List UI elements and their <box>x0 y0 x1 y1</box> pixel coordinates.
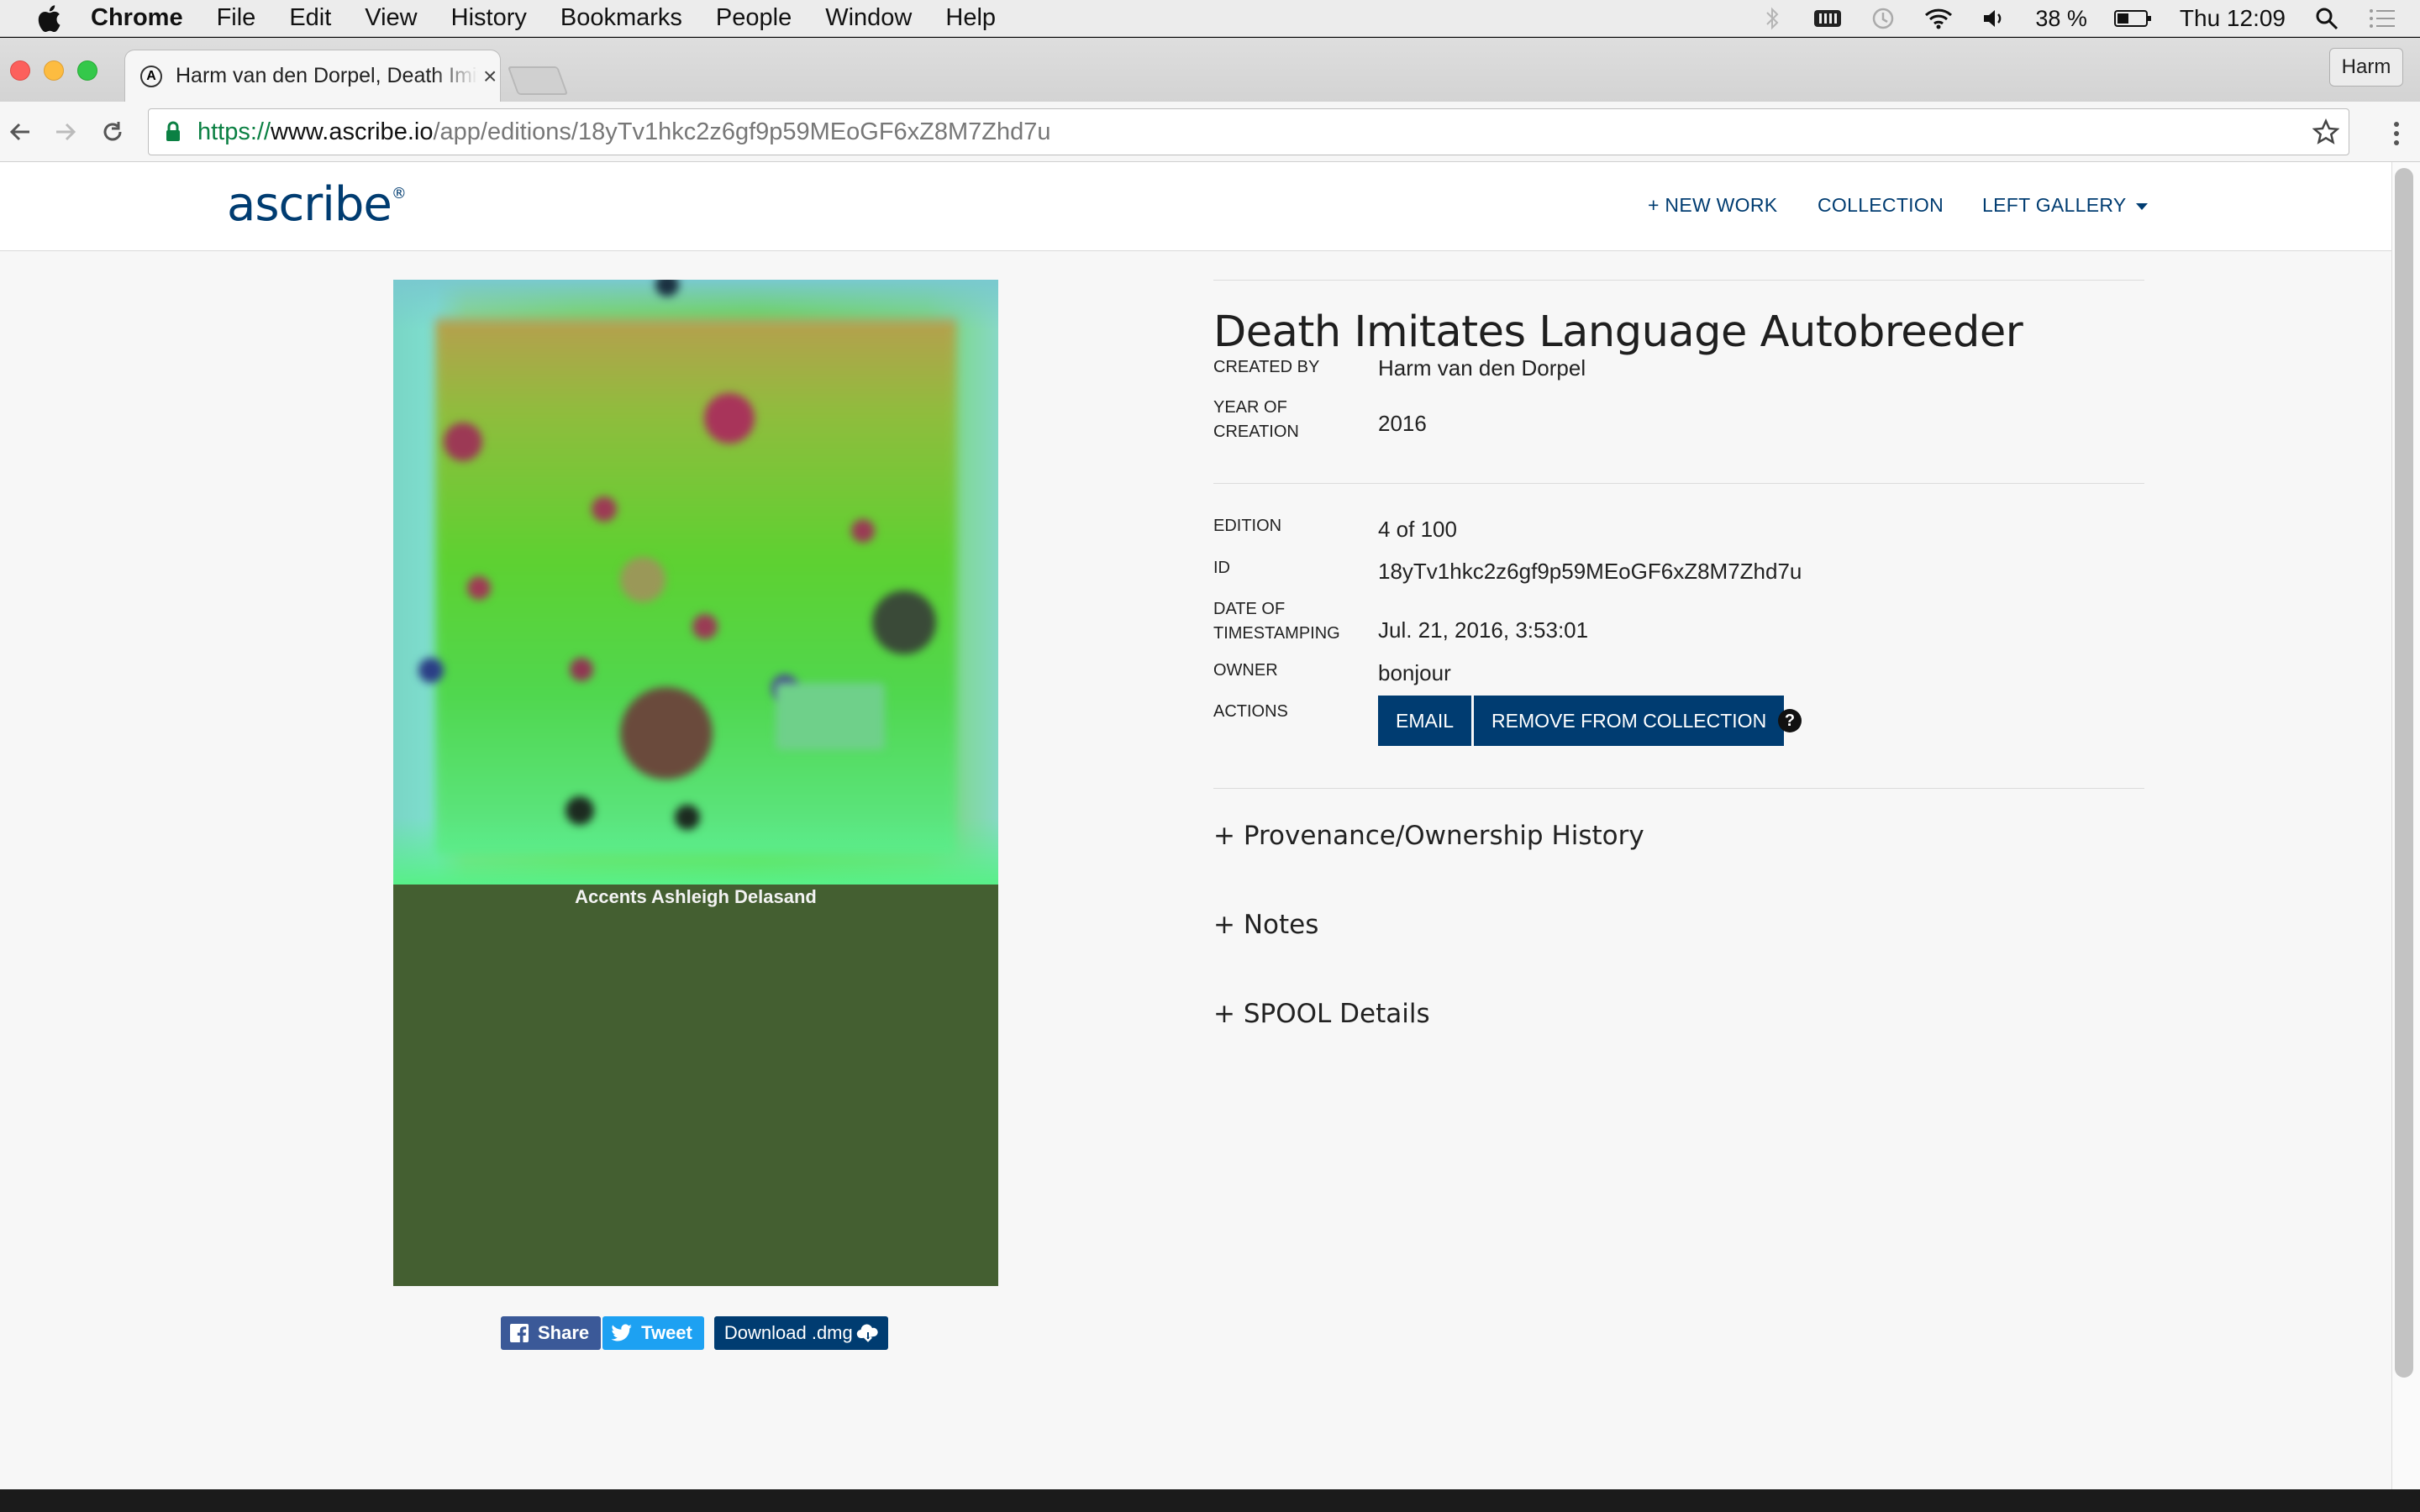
wifi-icon[interactable] <box>1924 6 1953 31</box>
facebook-share-label: Share <box>538 1322 590 1343</box>
menu-bookmarks[interactable]: Bookmarks <box>560 4 682 32</box>
date-label-line-2: TIMESTAMPING <box>1213 624 1340 643</box>
artwork-viewer[interactable]: Accents Ashleigh Delasand <box>393 280 998 1286</box>
id-label: ID <box>1213 559 1230 577</box>
url-scheme: https:// <box>197 118 271 145</box>
reload-icon[interactable] <box>94 113 131 150</box>
menu-window[interactable]: Window <box>825 4 912 32</box>
id-value: 18yTv1hkc2z6gf9p59MEoGF6xZ8M7Zhd7u <box>1378 559 1802 584</box>
page-scrollbar-thumb[interactable] <box>2395 168 2413 1378</box>
date-label-line-1: DATE OF <box>1213 600 1286 618</box>
help-question-icon[interactable]: ? <box>1778 709 1802 732</box>
bluetooth-icon[interactable] <box>1758 6 1786 31</box>
menu-edit[interactable]: Edit <box>289 4 331 32</box>
edition-value: 4 of 100 <box>1378 517 1457 542</box>
chrome-menu-icon[interactable] <box>2388 117 2405 150</box>
ascribe-favicon-icon: A <box>140 65 162 87</box>
new-tab-button[interactable] <box>507 66 569 95</box>
tab-close-icon[interactable]: × <box>483 63 497 90</box>
menu-people[interactable]: People <box>716 4 792 32</box>
minimize-window-button[interactable] <box>44 60 64 81</box>
close-window-button[interactable] <box>10 60 30 81</box>
artwork-caption: Accents Ashleigh Delasand <box>575 886 817 907</box>
site-navbar: ascribe® + NEW WORK COLLECTION LEFT GALL… <box>0 162 2391 251</box>
share-bar: Share Tweet Download .dmg <box>501 1316 888 1350</box>
edition-details: Death Imitates Language Autobreeder CREA… <box>1213 280 2144 1029</box>
address-bar[interactable]: https://www.ascribe.io/app/editions/18yT… <box>148 108 2349 155</box>
actions-label: ACTIONS <box>1213 702 1288 721</box>
volume-icon[interactable] <box>1980 6 2008 31</box>
logo-text: ascribe <box>227 177 392 232</box>
notes-toggle[interactable]: + Notes <box>1213 910 1318 940</box>
menu-app-name[interactable]: Chrome <box>91 4 183 32</box>
window-bottom-edge <box>0 1489 2420 1512</box>
time-machine-icon[interactable] <box>1869 6 1897 31</box>
spool-details-toggle[interactable]: + SPOOL Details <box>1213 999 1430 1029</box>
maximize-window-button[interactable] <box>77 60 97 81</box>
twitter-bird-icon <box>611 1324 633 1342</box>
owner-label: OWNER <box>1213 661 1278 680</box>
year-label-line-2: CREATION <box>1213 423 1299 441</box>
browser-tab[interactable]: A Harm van den Dorpel, Death Imitates La… <box>124 50 501 102</box>
url-host: www.ascribe.io <box>271 118 434 145</box>
nav-account-label: LEFT GALLERY <box>1982 194 2127 216</box>
bookmark-star-icon[interactable] <box>2310 116 2342 148</box>
browser-toolbar: https://www.ascribe.io/app/editions/18yT… <box>0 102 2420 162</box>
url-path: /app/editions/18yTv1hkc2z6gf9p59MEoGF6xZ… <box>433 118 1051 145</box>
nav-account-menu[interactable]: LEFT GALLERY <box>1982 194 2149 217</box>
page-content: ascribe® + NEW WORK COLLECTION LEFT GALL… <box>0 162 2391 1489</box>
divider <box>1213 788 2144 789</box>
macos-menu-bar: Chrome File Edit View History Bookmarks … <box>0 0 2420 37</box>
download-label: Download .dmg <box>723 1322 853 1343</box>
divider <box>1213 280 2144 281</box>
nav-collection[interactable]: COLLECTION <box>1818 194 1944 217</box>
notification-center-icon[interactable] <box>2368 6 2396 31</box>
caret-down-icon <box>2135 202 2148 210</box>
profile-button[interactable]: Harm <box>2329 48 2403 87</box>
secure-lock-icon[interactable] <box>160 119 186 144</box>
remove-from-collection-button[interactable]: REMOVE FROM COLLECTION <box>1474 696 1785 746</box>
download-dmg-button[interactable]: Download .dmg <box>713 1316 888 1350</box>
created-by-value: Harm van den Dorpel <box>1378 355 1586 381</box>
artwork-image <box>393 280 998 885</box>
clock[interactable]: Thu 12:09 <box>2180 5 2286 32</box>
forward-arrow-icon[interactable] <box>47 113 84 150</box>
email-button[interactable]: EMAIL <box>1378 696 1472 746</box>
cloud-download-icon <box>856 1323 880 1343</box>
battery-icon[interactable] <box>2113 6 2153 31</box>
apple-icon[interactable] <box>32 2 66 35</box>
year-value: 2016 <box>1378 411 1427 436</box>
battery-percent: 38 % <box>2035 5 2087 31</box>
created-by-label: CREATED BY <box>1213 358 1320 376</box>
actions-button-group: EMAIL REMOVE FROM COLLECTION <box>1378 696 1785 746</box>
owner-value: bonjour <box>1378 660 1451 685</box>
spotlight-search-icon[interactable] <box>2312 6 2341 31</box>
ascribe-logo[interactable]: ascribe® <box>227 177 407 232</box>
menu-file[interactable]: File <box>217 4 256 32</box>
keyboard-icon[interactable] <box>1813 6 1842 31</box>
menu-view[interactable]: View <box>365 4 417 32</box>
tweet-label: Tweet <box>641 1322 692 1343</box>
timestamp-value: Jul. 21, 2016, 3:53:01 <box>1378 617 1589 643</box>
nav-new-work[interactable]: + NEW WORK <box>1648 194 1777 217</box>
facebook-icon <box>509 1323 529 1343</box>
work-title: Death Imitates Language Autobreeder <box>1213 307 2023 357</box>
tweet-button[interactable]: Tweet <box>602 1316 704 1350</box>
edition-label: EDITION <box>1213 517 1282 535</box>
back-arrow-icon[interactable] <box>2 113 39 150</box>
menu-help[interactable]: Help <box>945 4 996 32</box>
menu-history[interactable]: History <box>451 4 527 32</box>
tab-title: Harm van den Dorpel, Death Imitates Lang… <box>176 64 478 87</box>
facebook-share-button[interactable]: Share <box>501 1316 602 1350</box>
year-label-line-1: YEAR OF <box>1213 398 1287 417</box>
provenance-history-toggle[interactable]: + Provenance/Ownership History <box>1213 821 1644 851</box>
divider <box>1213 483 2144 484</box>
browser-tab-strip: A Harm van den Dorpel, Death Imitates La… <box>0 38 2420 102</box>
